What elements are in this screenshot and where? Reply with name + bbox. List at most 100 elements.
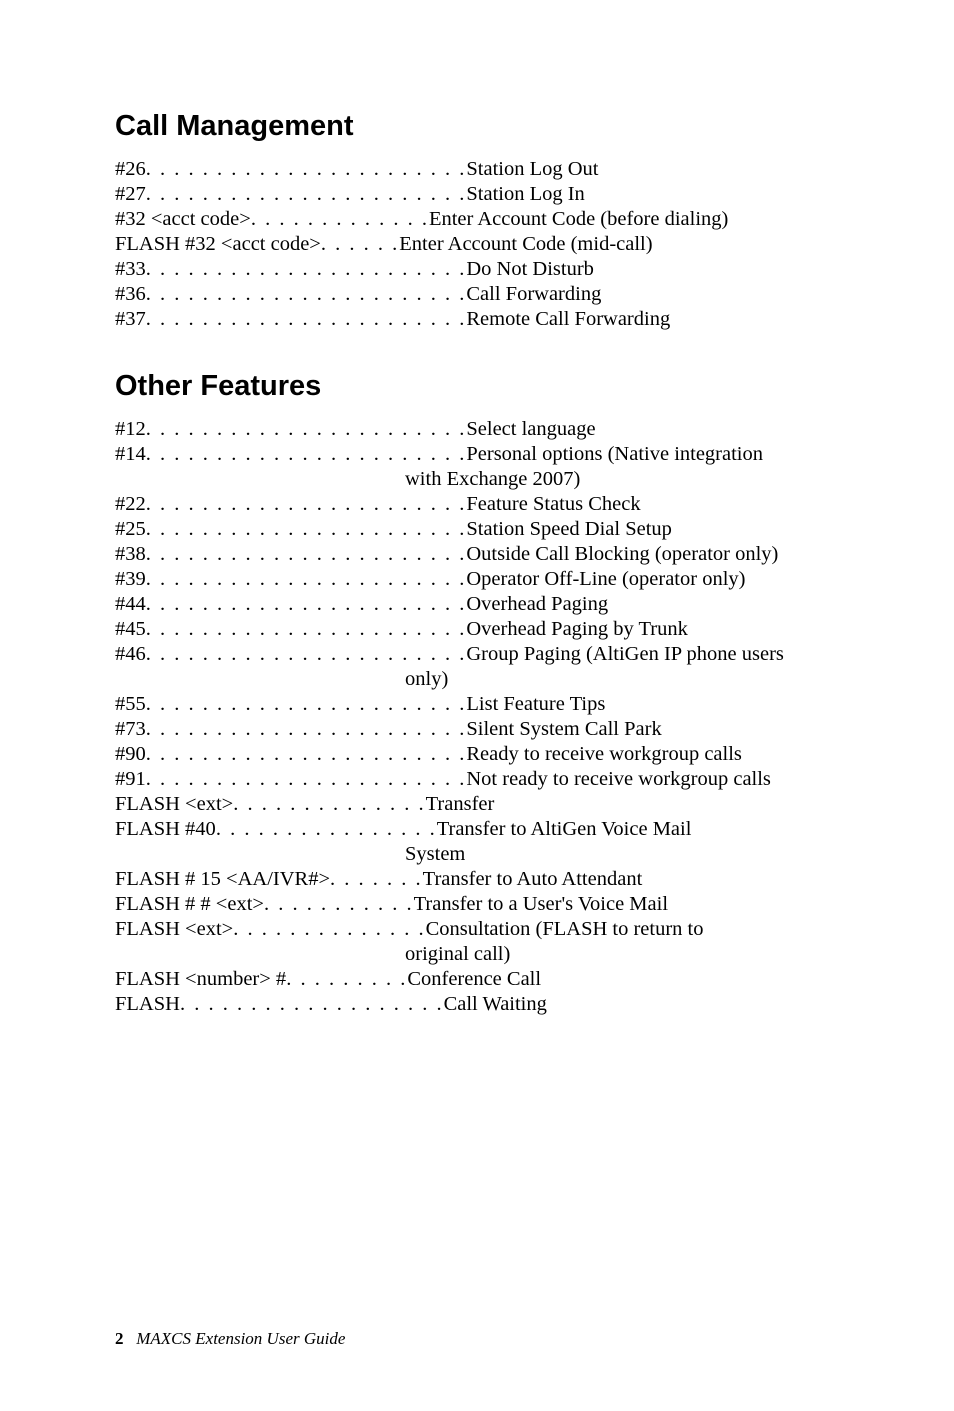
feature-desc: Do Not Disturb [466, 257, 594, 282]
dot-leaders: . . . . . . . . . . . . . . . . . . . . … [146, 282, 467, 307]
feature-desc: Overhead Paging [466, 592, 608, 617]
feature-code: #33 [115, 257, 146, 282]
feature-desc: Call Forwarding [466, 282, 601, 307]
feature-row: #25. . . . . . . . . . . . . . . . . . .… [115, 517, 844, 542]
feature-code: #73 [115, 717, 146, 742]
feature-row: #14. . . . . . . . . . . . . . . . . . .… [115, 442, 844, 467]
feature-row: #36. . . . . . . . . . . . . . . . . . .… [115, 282, 844, 307]
dot-leaders: . . . . . . . . . . . . . . . . . . . . … [146, 517, 467, 542]
feature-desc: Consultation (FLASH to return to [426, 917, 704, 942]
section-heading: Call Management [115, 110, 844, 143]
dot-leaders: . . . . . . [321, 232, 399, 257]
dot-leaders: . . . . . . . . . . . . . . . . . . . . … [146, 692, 467, 717]
feature-desc-continuation: only) [115, 667, 844, 692]
feature-row: FLASH # # <ext> . . . . . . . . . . .Tra… [115, 892, 844, 917]
feature-code: #22 [115, 492, 146, 517]
dot-leaders: . . . . . . . . . . . . . . . . . . . . … [146, 567, 467, 592]
feature-desc: Ready to receive workgroup calls [466, 742, 742, 767]
feature-desc: Feature Status Check [466, 492, 640, 517]
feature-row: FLASH <ext> . . . . . . . . . . . . . .C… [115, 917, 844, 942]
feature-row: #37. . . . . . . . . . . . . . . . . . .… [115, 307, 844, 332]
feature-code: #90 [115, 742, 146, 767]
feature-code: #14 [115, 442, 146, 467]
feature-code: #12 [115, 417, 146, 442]
page-footer: 2 MAXCS Extension User Guide [115, 1329, 345, 1349]
feature-code: #25 [115, 517, 146, 542]
feature-code: #44 [115, 592, 146, 617]
dot-leaders: . . . . . . . . . . . . . . . . . . . . … [146, 542, 467, 567]
feature-code: FLASH <number> # [115, 967, 286, 992]
feature-desc-continuation: original call) [115, 942, 844, 967]
feature-row: #12. . . . . . . . . . . . . . . . . . .… [115, 417, 844, 442]
dot-leaders: . . . . . . . [330, 867, 423, 892]
feature-row: FLASH <number> # . . . . . . . . .Confer… [115, 967, 844, 992]
feature-desc: Transfer to Auto Attendant [423, 867, 643, 892]
dot-leaders: . . . . . . . . . . . . . . . . . . . . … [146, 157, 467, 182]
feature-desc: Transfer to AltiGen Voice Mail [437, 817, 692, 842]
dot-leaders: . . . . . . . . . . . . . . . . . . . . … [146, 442, 467, 467]
feature-desc: Call Waiting [444, 992, 547, 1017]
feature-row: #22. . . . . . . . . . . . . . . . . . .… [115, 492, 844, 517]
dot-leaders: . . . . . . . . . . . . . . . . . . . . … [146, 182, 467, 207]
feature-desc: Station Speed Dial Setup [466, 517, 672, 542]
feature-row: #45. . . . . . . . . . . . . . . . . . .… [115, 617, 844, 642]
feature-row: #55. . . . . . . . . . . . . . . . . . .… [115, 692, 844, 717]
feature-row: FLASH . . . . . . . . . . . . . . . . . … [115, 992, 844, 1017]
feature-code: #27 [115, 182, 146, 207]
feature-code: #38 [115, 542, 146, 567]
section: Other Features#12. . . . . . . . . . . .… [115, 370, 844, 1017]
feature-desc: Station Log In [466, 182, 584, 207]
dot-leaders: . . . . . . . . . . . . . [251, 207, 429, 232]
feature-row: #39. . . . . . . . . . . . . . . . . . .… [115, 567, 844, 592]
feature-row: FLASH #32 <acct code>. . . . . .Enter Ac… [115, 232, 844, 257]
feature-desc: Remote Call Forwarding [466, 307, 670, 332]
feature-desc: Not ready to receive workgroup calls [466, 767, 771, 792]
feature-desc: Outside Call Blocking (operator only) [466, 542, 778, 567]
section-heading: Other Features [115, 370, 844, 403]
feature-row: #46. . . . . . . . . . . . . . . . . . .… [115, 642, 844, 667]
feature-row: #32 <acct code>. . . . . . . . . . . . .… [115, 207, 844, 232]
feature-code: #32 <acct code> [115, 207, 251, 232]
feature-row: FLASH <ext> . . . . . . . . . . . . . .T… [115, 792, 844, 817]
feature-desc-continuation: with Exchange 2007) [115, 467, 844, 492]
feature-code: FLASH [115, 992, 180, 1017]
dot-leaders: . . . . . . . . . . . . . . . . . . . [180, 992, 444, 1017]
footer-title: MAXCS Extension User Guide [136, 1329, 345, 1348]
feature-code: FLASH <ext> [115, 917, 233, 942]
feature-code: FLASH <ext> [115, 792, 233, 817]
page-number: 2 [115, 1329, 124, 1348]
feature-desc-continuation: System [115, 842, 844, 867]
feature-code: FLASH # 15 <AA/IVR#> [115, 867, 330, 892]
dot-leaders: . . . . . . . . . . . . . . . . . . . . … [146, 767, 467, 792]
feature-desc: Operator Off-Line (operator only) [466, 567, 745, 592]
dot-leaders: . . . . . . . . . . . [264, 892, 414, 917]
feature-row: #38. . . . . . . . . . . . . . . . . . .… [115, 542, 844, 567]
dot-leaders: . . . . . . . . . . . . . . [233, 792, 425, 817]
feature-code: #45 [115, 617, 146, 642]
feature-desc: Enter Account Code (before dialing) [429, 207, 728, 232]
feature-desc: Transfer to a User's Voice Mail [414, 892, 668, 917]
feature-desc: List Feature Tips [466, 692, 605, 717]
feature-desc: Overhead Paging by Trunk [466, 617, 688, 642]
dot-leaders: . . . . . . . . . . . . . . . . . . . . … [146, 417, 467, 442]
feature-desc: Enter Account Code (mid-call) [399, 232, 652, 257]
feature-desc: Silent System Call Park [466, 717, 661, 742]
feature-row: #44. . . . . . . . . . . . . . . . . . .… [115, 592, 844, 617]
dot-leaders: . . . . . . . . . . . . . . . . [216, 817, 437, 842]
feature-code: #39 [115, 567, 146, 592]
feature-row: #91. . . . . . . . . . . . . . . . . . .… [115, 767, 844, 792]
feature-code: #26 [115, 157, 146, 182]
feature-code: FLASH #32 <acct code> [115, 232, 321, 257]
dot-leaders: . . . . . . . . . . . . . . . . . . . . … [146, 717, 467, 742]
dot-leaders: . . . . . . . . . . . . . . . . . . . . … [146, 492, 467, 517]
section: Call Management#26. . . . . . . . . . . … [115, 110, 844, 332]
dot-leaders: . . . . . . . . . . . . . . . . . . . . … [146, 742, 467, 767]
dot-leaders: . . . . . . . . . . . . . . . . . . . . … [146, 617, 467, 642]
dot-leaders: . . . . . . . . . [286, 967, 407, 992]
feature-desc: Conference Call [407, 967, 541, 992]
feature-desc: Group Paging (AltiGen IP phone users [466, 642, 784, 667]
feature-code: #36 [115, 282, 146, 307]
feature-row: #27. . . . . . . . . . . . . . . . . . .… [115, 182, 844, 207]
feature-desc: Transfer [426, 792, 495, 817]
feature-row: FLASH #40 . . . . . . . . . . . . . . . … [115, 817, 844, 842]
